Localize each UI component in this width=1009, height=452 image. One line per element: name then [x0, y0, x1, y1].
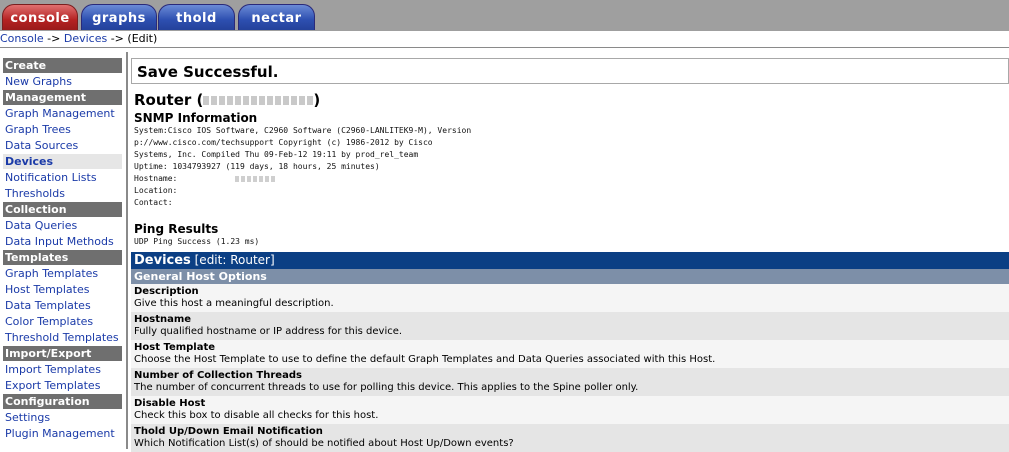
tab-nectar[interactable]: nectar: [238, 4, 315, 30]
tab-console[interactable]: console: [2, 4, 78, 30]
sidebar-divider: [126, 52, 128, 449]
option-row-thold-notification: Thold Up/Down Email Notification Which N…: [131, 424, 1009, 452]
redacted-hostname: [235, 175, 276, 182]
snmp-line: Uptime: 1034793927 (119 days, 18 hours, …: [134, 162, 380, 171]
sidebar-section-configuration: Configuration: [3, 394, 122, 409]
sidebar-section-management: Management: [3, 90, 122, 105]
top-tab-bar: console graphs thold nectar: [0, 0, 1009, 32]
sidebar-item-export-templates[interactable]: Export Templates: [3, 378, 122, 393]
sidebar-item-devices[interactable]: Devices: [3, 154, 122, 169]
sidebar-item-host-templates[interactable]: Host Templates: [3, 282, 122, 297]
snmp-line: Systems, Inc. Compiled Thu 09-Feb-12 19:…: [134, 150, 419, 159]
sidebar-item-import-templates[interactable]: Import Templates: [3, 362, 122, 377]
sidebar-item-thresholds[interactable]: Thresholds: [3, 186, 122, 201]
breadcrumb-separator: ->: [43, 32, 64, 45]
option-row-hostname: Hostname Fully qualified hostname or IP …: [131, 312, 1009, 340]
breadcrumb-devices[interactable]: Devices: [64, 32, 107, 45]
snmp-line: System:Cisco IOS Software, C2960 Softwar…: [134, 126, 472, 135]
sidebar-item-data-templates[interactable]: Data Templates: [3, 298, 122, 313]
sidebar-item-graph-management[interactable]: Graph Management: [3, 106, 122, 121]
devices-subtitle: [edit: Router]: [190, 253, 275, 267]
sidebar-item-plugin-management[interactable]: Plugin Management: [3, 426, 122, 441]
option-row-description: Description Give this host a meaningful …: [131, 284, 1009, 312]
sidebar-section-templates: Templates: [3, 250, 122, 265]
snmp-hostname: Hostname:: [131, 173, 1009, 185]
redacted-ip: [203, 96, 314, 105]
sidebar-item-color-templates[interactable]: Color Templates: [3, 314, 122, 329]
hostname-label: Hostname:: [134, 174, 178, 183]
tab-graphs[interactable]: graphs: [81, 4, 157, 30]
option-description: Which Notification List(s) of should be …: [134, 438, 514, 449]
devices-edit-header: Devices [edit: Router]: [131, 252, 1009, 269]
router-title: Router (): [131, 91, 1009, 109]
snmp-contact: Contact:: [134, 198, 173, 207]
option-description: The number of concurrent threads to use …: [134, 382, 639, 393]
option-title: Description: [134, 286, 199, 297]
sidebar-item-data-queries[interactable]: Data Queries: [3, 218, 122, 233]
option-description: Give this host a meaningful description.: [134, 298, 334, 309]
breadcrumb-separator: ->: [107, 32, 128, 45]
sidebar-item-new-graphs[interactable]: New Graphs: [3, 74, 122, 89]
sidebar-section-create: Create: [3, 58, 122, 73]
divider: [0, 47, 1009, 48]
option-description: Choose the Host Template to use to defin…: [134, 354, 716, 365]
snmp-location: Location:: [134, 186, 178, 195]
sidebar: Create New Graphs Management Graph Manageme…: [3, 58, 122, 442]
sidebar-item-graph-trees[interactable]: Graph Trees: [3, 122, 122, 137]
main-content: Save Successful. Router () SNMP Informat…: [131, 58, 1009, 452]
breadcrumb: Console -> Devices -> (Edit): [0, 31, 1009, 47]
option-description: Fully qualified hostname or IP address f…: [134, 326, 403, 337]
sidebar-item-graph-templates[interactable]: Graph Templates: [3, 266, 122, 281]
sidebar-item-data-input-methods[interactable]: Data Input Methods: [3, 234, 122, 249]
tab-thold[interactable]: thold: [158, 4, 235, 30]
option-title: Disable Host: [134, 398, 206, 409]
snmp-line: p://www.cisco.com/techsupport Copyright …: [134, 138, 433, 147]
devices-title: Devices: [134, 253, 191, 268]
option-title: Host Template: [134, 342, 216, 353]
sidebar-item-notification-lists[interactable]: Notification Lists: [3, 170, 122, 185]
sidebar-item-data-sources[interactable]: Data Sources: [3, 138, 122, 153]
option-row-collection-threads: Number of Collection Threads The number …: [131, 368, 1009, 396]
sidebar-section-import-export: Import/Export: [3, 346, 122, 361]
router-title-suffix: ): [313, 91, 321, 109]
router-title-prefix: Router (: [134, 91, 204, 109]
sidebar-item-threshold-templates[interactable]: Threshold Templates: [3, 330, 122, 345]
breadcrumb-console[interactable]: Console: [0, 32, 44, 45]
ping-heading: Ping Results: [134, 222, 219, 236]
sidebar-item-settings[interactable]: Settings: [3, 410, 122, 425]
option-title: Thold Up/Down Email Notification: [134, 426, 323, 437]
breadcrumb-current: (Edit): [127, 32, 158, 45]
snmp-heading: SNMP Information: [134, 111, 258, 125]
option-row-disable-host: Disable Host Check this box to disable a…: [131, 396, 1009, 424]
general-host-options-header: General Host Options: [131, 269, 1009, 284]
option-title: Number of Collection Threads: [134, 370, 302, 381]
sidebar-section-collection-methods: Collection Methods: [3, 202, 122, 231]
ping-result: UDP Ping Success (1.23 ms): [134, 237, 260, 246]
save-message: Save Successful.: [131, 58, 1009, 84]
option-description: Check this box to disable all checks for…: [134, 410, 379, 421]
option-title: Hostname: [134, 314, 192, 325]
option-row-host-template: Host Template Choose the Host Template t…: [131, 340, 1009, 368]
